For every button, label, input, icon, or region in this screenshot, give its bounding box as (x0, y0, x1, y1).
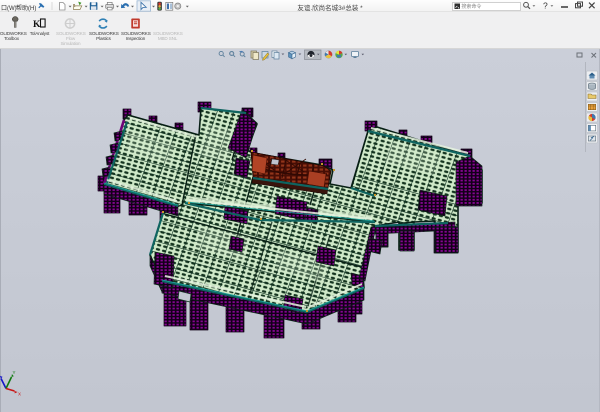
svg-text:?: ? (543, 1, 548, 11)
svg-text:K: K (33, 20, 41, 30)
svg-text:Y: Y (13, 370, 16, 375)
svg-text:Z: Z (0, 372, 1, 377)
svg-text:X: X (18, 392, 21, 397)
